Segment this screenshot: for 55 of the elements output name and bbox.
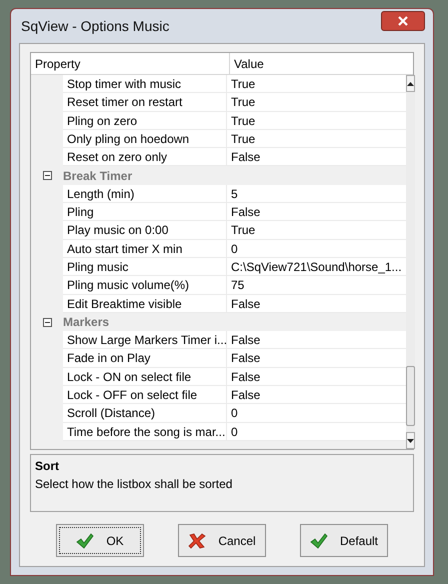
property-value[interactable]: True [227,130,406,148]
property-name[interactable]: Show Large Markers Timer i... [63,331,227,350]
property-value[interactable]: False [227,349,406,368]
collapse-icon[interactable] [42,171,52,180]
dialog-button[interactable]: Cancel [178,524,266,557]
property-name[interactable]: Length (min) [63,184,227,204]
check-icon [76,532,94,548]
property-value[interactable]: False [227,368,406,386]
property-name[interactable]: Pling [63,203,227,222]
property-name[interactable]: Only pling on hoedown [63,130,227,148]
property-name[interactable]: Edit Breaktime visible [63,294,227,313]
property-value[interactable]: 0 [227,404,406,423]
close-icon [398,16,408,26]
check-icon [310,532,328,548]
property-value[interactable]: 75 [227,276,406,295]
property-name[interactable]: Time before the song is mar... [63,422,227,441]
property-value[interactable]: False [227,331,406,350]
up-arrow-icon [406,82,414,86]
collapse-icon[interactable] [42,318,52,326]
property-name[interactable]: Stop timer with music [63,75,227,94]
property-value[interactable]: False [227,294,406,313]
property-value[interactable]: True [227,75,406,94]
property-value[interactable]: True [227,93,406,112]
description-title: Sort [35,458,60,475]
property-value[interactable]: False [227,148,406,166]
window-title: SqView - Options Music [21,16,170,36]
close-button[interactable] [381,11,425,31]
property-value[interactable]: True [227,221,406,240]
property-name[interactable]: Pling music volume(%) [63,276,227,295]
property-name[interactable]: Reset timer on restart [63,93,227,112]
property-value[interactable]: 5 [227,184,406,204]
category-label: Break Timer [63,168,132,185]
property-value[interactable]: 0 [227,422,406,441]
property-value[interactable]: True [227,112,406,130]
category-label: Markers [63,314,110,331]
property-value[interactable]: False [227,386,406,404]
property-name[interactable]: Auto start timer X min [63,240,227,258]
property-name[interactable]: Scroll (Distance) [63,404,227,423]
property-name[interactable]: Lock - OFF on select file [63,386,227,404]
property-value[interactable]: False [227,203,406,222]
dialog-button[interactable]: Default [300,524,388,557]
column-header[interactable]: Value [230,53,413,74]
down-arrow-icon [406,438,414,442]
property-name[interactable]: Reset on zero only [63,148,227,166]
property-value[interactable]: 0 [227,240,406,258]
column-header[interactable]: Property [31,53,230,74]
description-text: Select how the listbox shall be sorted [35,476,234,493]
property-value[interactable]: C:\SqView721\Sound\horse_1... [227,258,406,276]
property-name[interactable]: Play music on 0:00 [63,221,227,240]
property-name[interactable]: Fade in on Play [63,349,227,368]
property-name[interactable]: Pling music [63,258,227,276]
property-name[interactable]: Lock - ON on select file [63,368,227,386]
property-name[interactable]: Pling on zero [63,112,227,130]
dialog-button[interactable]: OK [56,524,144,557]
cross-icon [188,532,206,548]
